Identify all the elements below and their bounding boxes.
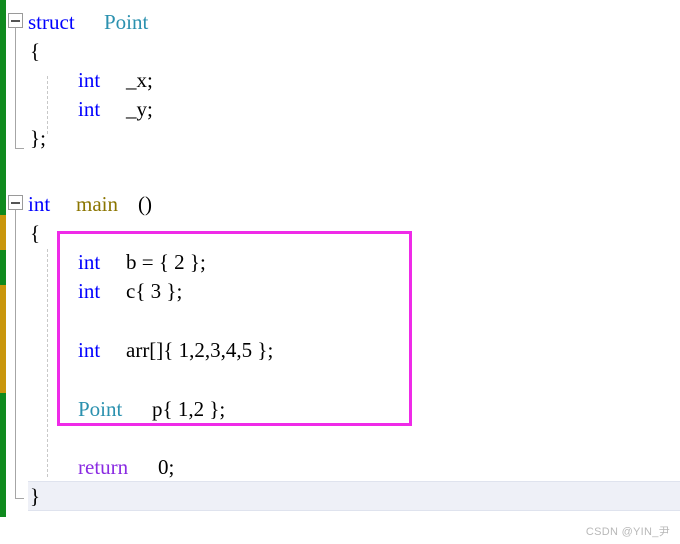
code-token: return [78, 455, 129, 479]
code-line-1[interactable]: struct Point [0, 8, 680, 37]
code-token: main [76, 192, 118, 216]
code-token: } [30, 484, 41, 508]
code-line-16[interactable]: return 0; [0, 453, 680, 482]
code-token: int [78, 68, 101, 92]
code-line-5[interactable]: }; [0, 124, 680, 153]
code-token: arr[]{ 1,2,3,4,5 }; [126, 338, 274, 362]
code-token: p{ 1,2 }; [152, 397, 226, 421]
code-token: int [78, 250, 101, 274]
code-token: { [30, 39, 41, 63]
code-line-3[interactable]: int _x; [0, 66, 680, 95]
code-line-15[interactable] [0, 424, 680, 453]
code-token: b = { 2 }; [126, 250, 206, 274]
code-token: c{ 3 }; [126, 279, 183, 303]
code-editor[interactable]: struct Point{int _x; int _y;}; int main(){int b… [0, 0, 680, 544]
code-token: int [78, 97, 101, 121]
code-line-7[interactable]: int main () [0, 190, 680, 219]
code-line-2[interactable]: { [0, 37, 680, 66]
code-line-11[interactable] [0, 306, 680, 335]
code-line-14[interactable]: Point p{ 1,2 }; [0, 395, 680, 424]
code-token: Point [104, 10, 149, 34]
code-line-12[interactable]: int arr[]{ 1,2,3,4,5 }; [0, 336, 680, 365]
code-token: 0; [158, 455, 175, 479]
code-line-10[interactable]: int c{ 3 }; [0, 277, 680, 306]
code-line-9[interactable]: int b = { 2 }; [0, 248, 680, 277]
code-token: () [138, 192, 152, 216]
code-line-6[interactable] [0, 153, 680, 182]
code-token: struct [28, 10, 75, 34]
code-token: { [30, 221, 41, 245]
code-token: int [28, 192, 51, 216]
code-token: int [78, 279, 101, 303]
code-token: _x; [126, 68, 153, 92]
code-token: int [78, 338, 101, 362]
csdn-watermark: CSDN @YIN_尹 [585, 526, 670, 538]
code-line-13[interactable] [0, 365, 680, 394]
code-token: _y; [126, 97, 153, 121]
code-line-8[interactable]: { [0, 219, 680, 248]
code-line-4[interactable]: int _y; [0, 95, 680, 124]
code-line-17[interactable]: } [0, 482, 680, 511]
code-token: Point [78, 397, 123, 421]
code-token: }; [30, 126, 46, 150]
